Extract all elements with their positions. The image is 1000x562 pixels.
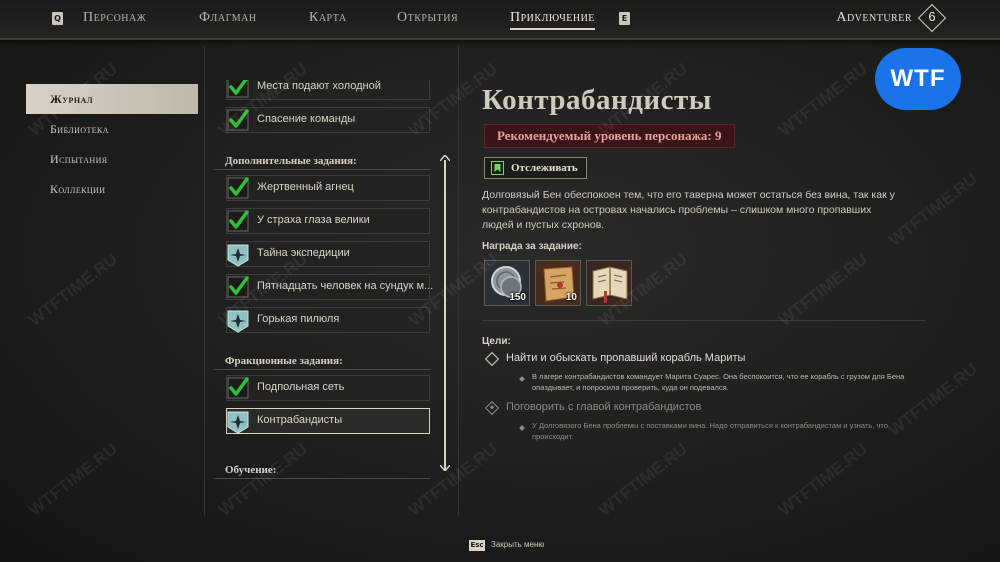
- menu-item-trials[interactable]: Испытания: [26, 144, 198, 174]
- quest-label: Места подают холодной: [257, 80, 381, 92]
- prev-tab-key[interactable]: Q: [52, 12, 63, 25]
- watermark: WTFTIME.RU: [25, 249, 121, 330]
- check-icon: [227, 177, 249, 199]
- watermark: WTFTIME.RU: [775, 439, 871, 520]
- quest-list-scrollbar[interactable]: [444, 160, 446, 470]
- quest-row[interactable]: Подпольная сеть: [226, 375, 430, 401]
- watermark: WTFTIME.RU: [25, 439, 121, 520]
- reward-count: 150: [509, 292, 526, 303]
- quest-row[interactable]: Пятнадцать человек на сундук м...: [226, 274, 434, 300]
- divider: [458, 46, 459, 516]
- side-quests-header: Дополнительные задания:: [214, 155, 430, 170]
- quest-title: Контрабандисты: [482, 84, 712, 116]
- quest-row[interactable]: Жертвенный агнец: [226, 175, 430, 201]
- wtf-logo-text: WTF: [890, 65, 946, 92]
- goals-title: Цели:: [482, 336, 511, 347]
- top-nav-shadow: [0, 40, 1000, 46]
- reward-title: Награда за задание:: [482, 241, 582, 252]
- journal-menu: Журнал Библиотека Испытания Коллекции: [26, 84, 198, 204]
- track-quest-button[interactable]: Отслеживать: [484, 157, 587, 179]
- scroll-down-icon[interactable]: [440, 465, 450, 471]
- reward-count: 10: [565, 292, 577, 303]
- quest-label: Пятнадцать человек на сундук м...: [257, 280, 434, 292]
- watermark: WTFTIME.RU: [775, 249, 871, 330]
- divider: [204, 46, 205, 516]
- menu-item-journal[interactable]: Журнал: [26, 84, 198, 114]
- reward-book[interactable]: [586, 260, 632, 306]
- quest-list: Места подают холодной Спасение команды Д…: [214, 80, 438, 512]
- goal-diamond-icon: [484, 351, 500, 367]
- tab-character[interactable]: Персонаж: [83, 10, 146, 26]
- quest-row[interactable]: Спасение команды: [226, 107, 430, 133]
- track-button-label: Отслеживать: [511, 162, 578, 174]
- faction-quests-header: Фракционные задания:: [214, 355, 430, 370]
- player-level: 6: [928, 9, 936, 24]
- quest-label: Спасение команды: [257, 113, 356, 125]
- quest-label: Горькая пилюля: [257, 313, 340, 325]
- quest-label: Подпольная сеть: [257, 381, 345, 393]
- check-icon: [227, 80, 249, 98]
- goal-note: У Долговязого Бена проблемы с поставками…: [532, 421, 888, 441]
- quest-label: Тайна экспедиции: [257, 247, 350, 259]
- note-bullet-icon: [519, 425, 525, 431]
- recommended-level-badge: Рекомендуемый уровень персонажа: 9: [484, 124, 735, 148]
- goal-label: Найти и обыскать пропавший корабль Марит…: [506, 352, 746, 364]
- quest-row[interactable]: Тайна экспедиции: [226, 241, 430, 267]
- check-icon: [227, 109, 249, 131]
- compass-star-icon: [227, 310, 249, 333]
- reward-map[interactable]: 10: [535, 260, 581, 306]
- goal-note: В лагере контрабандистов командует Марит…: [532, 372, 905, 392]
- bookmark-icon: [491, 161, 504, 175]
- player-name: Adventurer: [836, 10, 912, 25]
- quest-row[interactable]: У страха глаза велики: [226, 208, 430, 234]
- quest-row[interactable]: Места подают холодной: [226, 80, 430, 100]
- training-header: Обучение:: [214, 464, 430, 479]
- quest-label: Жертвенный агнец: [257, 181, 354, 193]
- check-icon: [227, 377, 249, 399]
- goal-diamond-icon: [484, 400, 500, 416]
- goal-label: Поговорить с главой контрабандистов: [506, 401, 702, 413]
- close-menu-label[interactable]: Закрыть меню: [491, 540, 544, 549]
- note-bullet-icon: [519, 376, 525, 382]
- quest-label: У страха глаза велики: [257, 214, 370, 226]
- menu-item-collections[interactable]: Коллекции: [26, 174, 198, 204]
- quest-description: Долговязый Бен обеспокоен тем, что его т…: [482, 189, 895, 231]
- tab-flagship[interactable]: Флагман: [199, 10, 257, 26]
- tab-discoveries[interactable]: Открытия: [397, 10, 458, 26]
- check-icon: [227, 276, 249, 298]
- compass-star-icon: [227, 411, 249, 434]
- quest-detail: Контрабандисты Рекомендуемый уровень пер…: [482, 84, 927, 441]
- reward-silver[interactable]: 150: [484, 260, 530, 306]
- quest-label: Контрабандисты: [257, 414, 343, 426]
- quest-row-selected[interactable]: Контрабандисты: [226, 408, 430, 434]
- esc-key[interactable]: Esc: [469, 540, 485, 551]
- check-icon: [227, 210, 249, 232]
- watermark: WTFTIME.RU: [595, 439, 691, 520]
- divider: [482, 320, 925, 321]
- book-icon: [592, 266, 628, 303]
- tab-adventure[interactable]: Приключение: [510, 10, 595, 30]
- compass-star-icon: [227, 244, 249, 267]
- menu-item-library[interactable]: Библиотека: [26, 114, 198, 144]
- quest-row[interactable]: Горькая пилюля: [226, 307, 430, 333]
- tab-map[interactable]: Карта: [309, 10, 347, 26]
- next-tab-key[interactable]: E: [619, 12, 630, 25]
